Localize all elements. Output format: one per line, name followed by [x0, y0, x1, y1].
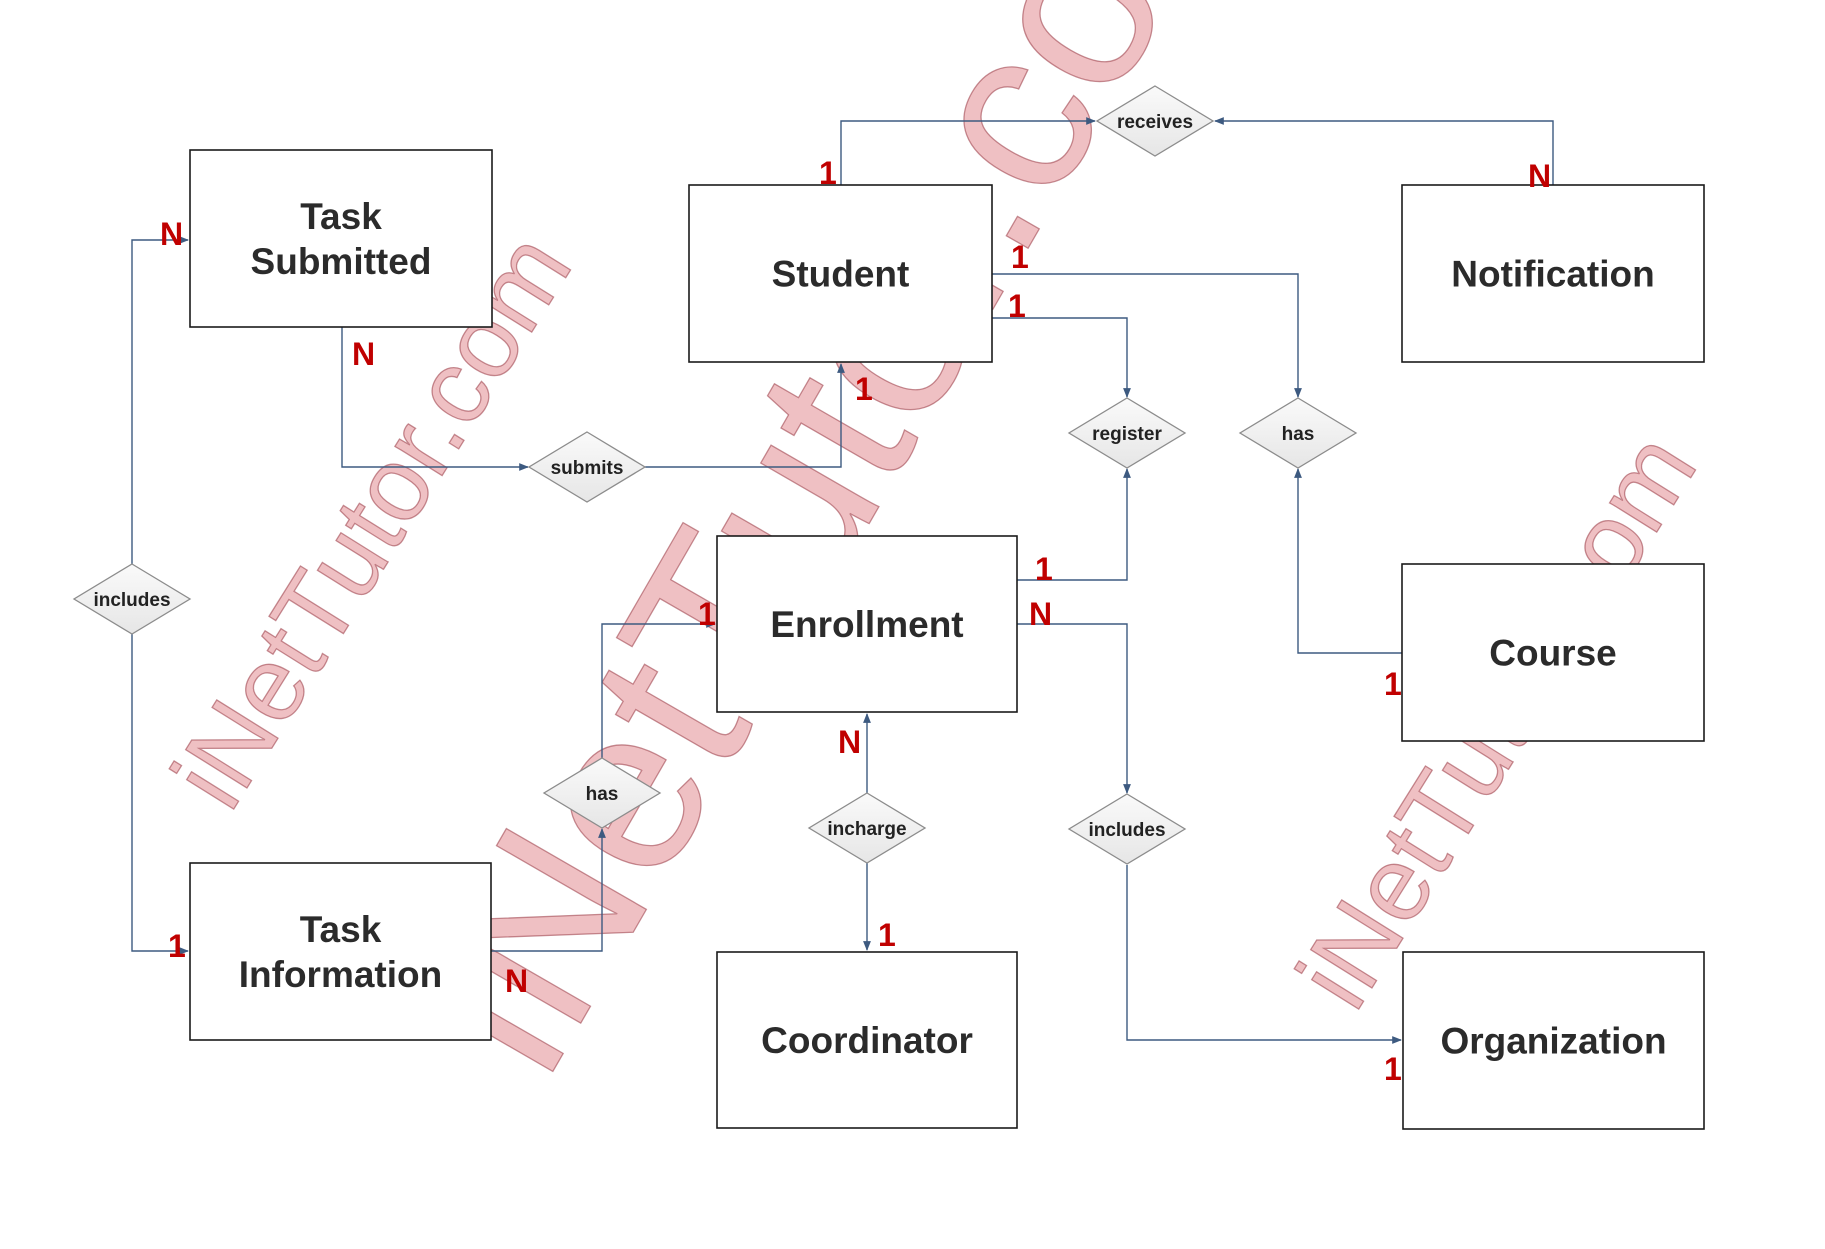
entity-label: Organization	[1440, 1021, 1666, 1062]
entity-label: Course	[1489, 633, 1616, 674]
connector-enrollment-register	[1017, 468, 1131, 581]
card-register-enrollment: 1	[1035, 551, 1053, 587]
card-submits-student: 1	[855, 371, 873, 407]
card-has-enrollment: 1	[698, 596, 716, 632]
entity-label: Submitted	[251, 241, 432, 282]
entity-label: Task	[300, 909, 382, 950]
connector-enrollment-includes	[1017, 623, 1131, 794]
entity-label: Information	[239, 954, 442, 995]
entity-task-information[interactable]: TaskInformation	[189, 862, 492, 1041]
connector-course-has	[1294, 468, 1402, 654]
relationship-label: incharge	[827, 819, 906, 840]
entity-enrollment[interactable]: Enrollment	[716, 535, 1018, 713]
card-includes-taskinformation: 1	[168, 928, 186, 964]
connector-includes-tasksubmitted	[131, 236, 189, 564]
relationship-label: receives	[1117, 112, 1193, 133]
card-has-taskinformation: N	[505, 963, 528, 999]
card-receives-notification: N	[1528, 158, 1551, 194]
relationship-label: register	[1092, 424, 1162, 445]
card-includes-organization: 1	[1384, 1051, 1402, 1087]
entity-label: Task	[300, 196, 382, 237]
relationship-register[interactable]: register	[1067, 397, 1187, 469]
relationship-label: includes	[93, 590, 170, 611]
connector-includes-taskinformation	[131, 634, 189, 955]
entity-task-submitted[interactable]: TaskSubmitted	[189, 149, 493, 328]
relationship-label: has	[586, 784, 619, 805]
relationship-has-course[interactable]: has	[1238, 397, 1358, 469]
card-incharge-coordinator: 1	[878, 917, 896, 953]
connector-notification-receives	[1214, 117, 1554, 185]
card-incharge-enrollment: N	[838, 724, 861, 760]
card-has-student: 1	[1011, 239, 1029, 275]
card-includes-enrollment: N	[1029, 596, 1052, 632]
er-diagram-canvas: iNetTutor.com iNetTutor.com iNetTutor.co…	[72, 0, 1719, 1130]
entity-label: Coordinator	[761, 1020, 973, 1061]
entity-layer: TaskSubmitted Student NotificationEnrollme…	[189, 149, 1705, 1130]
entity-label: Student	[772, 254, 910, 295]
relationship-includes-org[interactable]: includes	[1067, 793, 1187, 865]
entity-label: Enrollment	[770, 604, 963, 645]
entity-label: Notification	[1451, 254, 1654, 295]
entity-coordinator[interactable]: Coordinator	[716, 951, 1018, 1129]
entity-box[interactable]	[189, 862, 492, 1041]
relationship-includes-task[interactable]: includes	[72, 563, 192, 635]
card-includes-tasksubmitted: N	[160, 216, 183, 252]
entity-organization[interactable]: Organization	[1402, 951, 1705, 1130]
relationship-label: has	[1282, 424, 1315, 445]
relationship-submits[interactable]: submits	[527, 431, 647, 503]
card-register-student: 1	[1008, 288, 1026, 324]
card-receives-student: 1	[819, 155, 837, 191]
relationship-incharge[interactable]: incharge	[807, 792, 927, 864]
entity-student[interactable]: Student	[688, 184, 993, 363]
relationship-label: submits	[551, 458, 624, 479]
entity-course[interactable]: Course	[1401, 563, 1705, 742]
relationship-label: includes	[1088, 820, 1165, 841]
card-submits-tasksubmitted: N	[352, 336, 375, 372]
entity-notification[interactable]: Notification	[1401, 184, 1705, 363]
entity-box[interactable]	[189, 149, 493, 328]
card-has-course: 1	[1384, 666, 1402, 702]
